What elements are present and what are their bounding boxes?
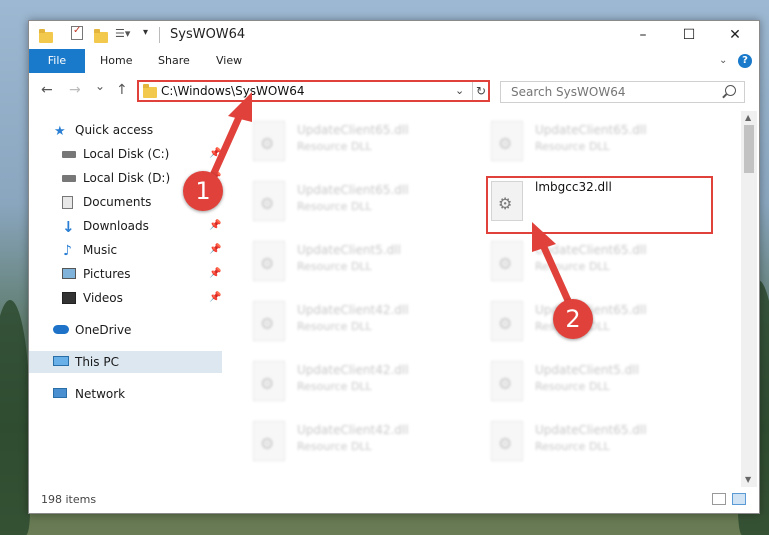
step-2-badge: 2: [553, 299, 593, 339]
arrow-to-address-bar: [206, 92, 574, 309]
step-1-badge: 1: [183, 171, 223, 211]
